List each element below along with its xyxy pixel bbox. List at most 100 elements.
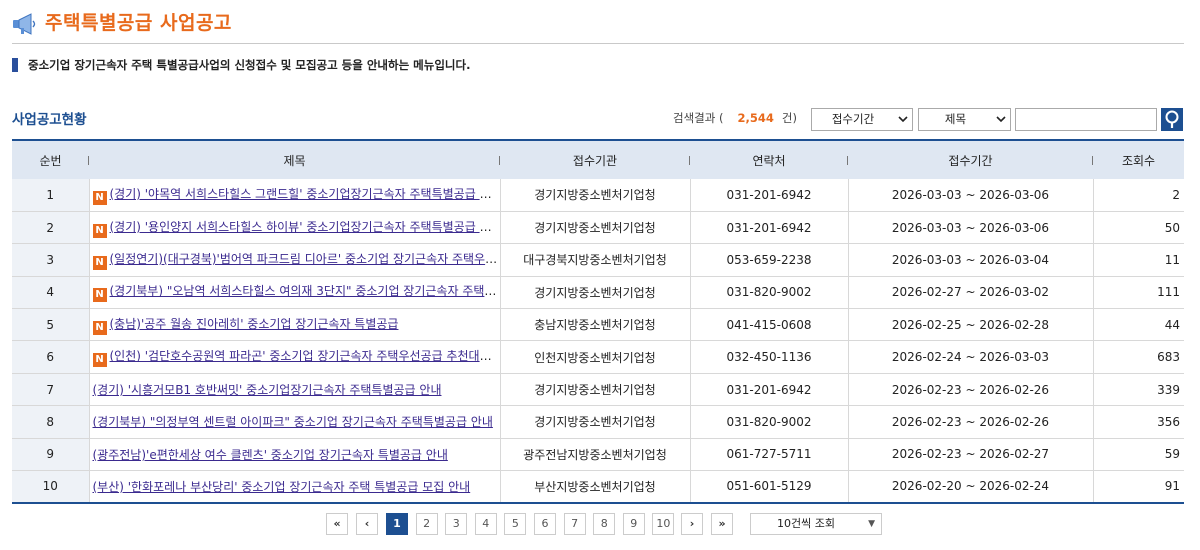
page-7-button[interactable]: 7 [563, 513, 586, 535]
announcement-table: 순번 제목 접수기관 연락처 접수기간 조회수 1 N (경기) '야목역 서희스타… [12, 139, 1184, 504]
row-title-cell: (부산) '한화포레나 부산당리' 중소기업 장기근속자 주택 특별공급 모집 … [89, 470, 501, 503]
table-row[interactable]: 1 N (경기) '야목역 서희스타힐스 그랜드힐' 중소기업장기근속자 주택특별공… [12, 179, 1184, 212]
announcement-title-link[interactable]: (일정연기)(대구경북)'범어역 파크드림 디아르' 중소기업 장기근속자 주택… [110, 252, 500, 266]
column-header-views: 조회수 [1121, 153, 1156, 168]
search-field-select[interactable]: 제목 [918, 108, 1011, 131]
row-number: 1 [12, 179, 90, 212]
announcement-title-link[interactable]: (경기북부) "오남역 서희스타힐스 여의재 3단지" 중소기업 장기근속자 주… [110, 284, 500, 298]
table-row[interactable]: 10 (부산) '한화포레나 부산당리' 중소기업 장기근속자 주택 특별공급 모… [12, 470, 1184, 503]
new-badge: N [92, 223, 107, 238]
row-contact: 031-820-9002 [690, 276, 849, 309]
row-number: 8 [12, 405, 90, 439]
page-8-button[interactable]: 8 [593, 513, 616, 535]
row-title-cell: (경기북부) "의정부역 센트럴 아이파크" 중소기업 장기근속자 주택특별공급… [89, 405, 501, 439]
result-count: 검색결과 (2,544 건) [673, 110, 797, 126]
page-3-button[interactable]: 3 [445, 513, 468, 535]
row-period: 2026-03-03 ~ 2026-03-06 [848, 179, 1094, 212]
row-contact: 031-201-6942 [690, 179, 849, 212]
row-title-cell: N (경기) '야목역 서희스타힐스 그랜드힐' 중소기업장기근속자 주택특별공급… [89, 179, 501, 212]
chevron-down-icon [898, 112, 908, 133]
new-badge: N [92, 255, 107, 270]
page-10-button[interactable]: 10 [652, 513, 675, 535]
row-period: 2026-02-25 ~ 2026-02-28 [848, 308, 1094, 341]
row-number: 7 [12, 373, 90, 406]
row-views: 339 [1157, 382, 1180, 397]
column-header-period: 접수기간 [848, 140, 1093, 179]
row-views: 356 [1157, 414, 1180, 429]
prev-page-button[interactable]: ‹ [356, 513, 378, 535]
table-row[interactable]: 7 (경기) '시흥거모B1 호반써밋' 중소기업장기근속자 주택특별공급 안내 경… [12, 373, 1184, 406]
table-row[interactable]: 3 N (일정연기)(대구경북)'범어역 파크드림 디아르' 중소기업 장기근속자 … [12, 243, 1184, 277]
page-header: 주택특별공급 사업공고 [12, 6, 1184, 44]
page-5-button[interactable]: 5 [504, 513, 527, 535]
row-views: 2 [1172, 187, 1180, 202]
row-contact: 051-601-5129 [690, 470, 849, 503]
row-period: 2026-02-23 ~ 2026-02-26 [848, 405, 1094, 439]
row-period: 2026-02-27 ~ 2026-03-02 [848, 276, 1094, 309]
announcement-title-link[interactable]: (경기북부) "의정부역 센트럴 아이파크" 중소기업 장기근속자 주택특별공급… [93, 415, 493, 429]
new-badge: N [92, 190, 107, 205]
column-header-title: 제목 [89, 140, 500, 179]
row-title-cell: N (경기북부) "오남역 서희스타힐스 여의재 3단지" 중소기업 장기근속자 … [89, 276, 501, 309]
table-row[interactable]: 4 N (경기북부) "오남역 서희스타힐스 여의재 3단지" 중소기업 장기근속자… [12, 276, 1184, 309]
row-title-cell: N (인천) '검단호수공원역 파라곤' 중소기업 장기근속자 주택우선공급 추천… [89, 340, 501, 374]
first-page-button[interactable]: « [326, 513, 348, 535]
page-4-button[interactable]: 4 [474, 513, 497, 535]
caret-down-icon: ▼ [868, 519, 875, 529]
last-page-button[interactable]: » [711, 513, 733, 535]
announcement-title-link[interactable]: (경기) '용인양지 서희스타힐스 하이뷰' 중소기업장기근속자 주택특별공급 … [110, 220, 500, 234]
announcement-title-link[interactable]: (충남)'공주 월송 진아레히' 중소기업 장기근속자 특별공급 [110, 317, 399, 331]
row-period: 2026-03-03 ~ 2026-03-04 [848, 243, 1094, 277]
search-button[interactable] [1161, 108, 1183, 131]
row-number: 3 [12, 243, 90, 277]
row-views: 111 [1157, 285, 1180, 300]
row-organization: 경기지방중소벤처기업청 [500, 276, 691, 309]
row-number: 2 [12, 211, 90, 244]
table-row[interactable]: 6 N (인천) '검단호수공원역 파라곤' 중소기업 장기근속자 주택우선공급 추… [12, 340, 1184, 374]
page-6-button[interactable]: 6 [534, 513, 556, 535]
row-organization: 경기지방중소벤처기업청 [500, 405, 691, 439]
page-1-button[interactable]: 1 [386, 513, 408, 535]
row-period: 2026-02-24 ~ 2026-03-03 [848, 340, 1094, 374]
next-page-button[interactable]: › [681, 513, 703, 535]
row-contact: 053-659-2238 [690, 243, 849, 277]
description-bar [12, 58, 18, 72]
table-row[interactable]: 8 (경기북부) "의정부역 센트럴 아이파크" 중소기업 장기근속자 주택특별공… [12, 405, 1184, 439]
announcement-title-link[interactable]: (부산) '한화포레나 부산당리' 중소기업 장기근속자 주택 특별공급 모집 … [93, 480, 471, 494]
row-views: 683 [1157, 350, 1180, 365]
row-contact: 061-727-5711 [690, 438, 849, 471]
search-icon [1165, 110, 1179, 128]
period-filter-select[interactable]: 접수기간 [811, 108, 913, 131]
table-row[interactable]: 9 (광주전남)'e편한세상 여수 클렌츠' 중소기업 장기근속자 특별공급 안내… [12, 438, 1184, 471]
page-9-button[interactable]: 9 [622, 513, 645, 535]
announcement-title-link[interactable]: (인천) '검단호수공원역 파라곤' 중소기업 장기근속자 주택우선공급 추천대… [110, 349, 500, 363]
megaphone-icon [13, 13, 36, 35]
row-contact: 032-450-1136 [690, 340, 849, 374]
column-header-contact: 연락처 [690, 140, 848, 179]
row-title-cell: (광주전남)'e편한세상 여수 클렌츠' 중소기업 장기근속자 특별공급 안내 [89, 438, 501, 471]
table-row[interactable]: 5 N (충남)'공주 월송 진아레히' 중소기업 장기근속자 특별공급 충남지방중소… [12, 308, 1184, 341]
row-number: 9 [12, 438, 90, 471]
description-text: 중소기업 장기근속자 주택 특별공급사업의 신청접수 및 모집공고 등을 안내하… [28, 58, 471, 72]
row-organization: 부산지방중소벤처기업청 [500, 470, 691, 503]
result-unit: 건) [781, 111, 797, 125]
per-page-select[interactable]: 10건씩 조회 ▼ [750, 513, 882, 535]
row-title-cell: (경기) '시흥거모B1 호반써밋' 중소기업장기근속자 주택특별공급 안내 [89, 373, 501, 406]
result-count-number: 2,544 [737, 111, 774, 125]
row-organization: 경기지방중소벤처기업청 [500, 373, 691, 406]
search-field-value: 제목 [944, 112, 967, 126]
new-badge: N [92, 353, 107, 368]
announcement-title-link[interactable]: (경기) '야목역 서희스타힐스 그랜드힐' 중소기업장기근속자 주택특별공급 … [110, 187, 500, 201]
table-row[interactable]: 2 N (경기) '용인양지 서희스타힐스 하이뷰' 중소기업장기근속자 주택특별공… [12, 211, 1184, 244]
row-views: 59 [1164, 447, 1180, 462]
search-input[interactable] [1015, 108, 1157, 131]
announcement-title-link[interactable]: (경기) '시흥거모B1 호반써밋' 중소기업장기근속자 주택특별공급 안내 [93, 383, 442, 397]
page-2-button[interactable]: 2 [415, 513, 438, 535]
period-filter-value: 접수기간 [831, 112, 875, 126]
row-title-cell: N (경기) '용인양지 서희스타힐스 하이뷰' 중소기업장기근속자 주택특별공급… [89, 211, 501, 244]
table-header-row: 순번 제목 접수기관 연락처 접수기간 조회수 [12, 140, 1184, 179]
row-period: 2026-02-23 ~ 2026-02-26 [848, 373, 1094, 406]
row-contact: 041-415-0608 [690, 308, 849, 341]
row-number: 4 [12, 276, 90, 309]
announcement-title-link[interactable]: (광주전남)'e편한세상 여수 클렌츠' 중소기업 장기근속자 특별공급 안내 [93, 448, 448, 462]
